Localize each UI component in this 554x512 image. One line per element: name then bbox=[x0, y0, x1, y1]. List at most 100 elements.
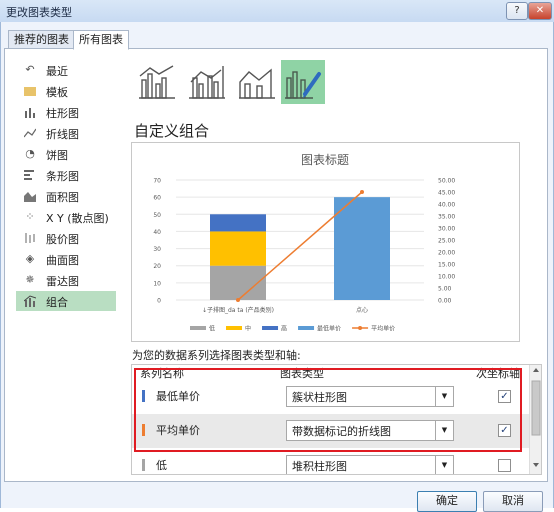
sidebar-item-radar[interactable]: ✵ 雷达图 bbox=[16, 270, 116, 290]
dropdown-value: 带数据标记的折线图 bbox=[292, 425, 391, 438]
sidebar-item-column[interactable]: 柱形图 bbox=[16, 102, 116, 122]
bar bbox=[210, 231, 266, 266]
chart-title: 图表标题 bbox=[301, 153, 349, 167]
y-tick-label: 50 bbox=[153, 212, 161, 219]
chevron-down-icon: ▼ bbox=[435, 421, 453, 440]
legend-label: 最低单价 bbox=[317, 325, 341, 333]
help-button[interactable]: ? bbox=[506, 2, 528, 20]
y2-tick-label: 50.00 bbox=[438, 178, 455, 185]
chart-type-dropdown[interactable]: 堆积柱形图 ▼ bbox=[286, 455, 454, 474]
chart-type-dropdown[interactable]: 带数据标记的折线图 ▼ bbox=[286, 420, 454, 441]
sidebar-item-surface[interactable]: ◈ 曲面图 bbox=[16, 249, 116, 269]
y-tick-label: 30 bbox=[153, 246, 161, 253]
close-button[interactable]: ✕ bbox=[528, 2, 552, 20]
series-row: 低 堆积柱形图 ▼ bbox=[132, 449, 529, 474]
chart-type-dropdown[interactable]: 簇状柱形图 ▼ bbox=[286, 386, 454, 407]
sidebar-item-label: 模板 bbox=[46, 86, 68, 99]
sidebar-item-label: X Y (散点图) bbox=[46, 212, 109, 225]
x-tick-label: ↓子排图_da ta (产品类别) bbox=[202, 306, 274, 314]
y2-tick-label: 15.00 bbox=[438, 262, 455, 269]
legend-label: 中 bbox=[245, 325, 251, 333]
y2-tick-label: 30.00 bbox=[438, 226, 455, 233]
sidebar-item-pie[interactable]: ◔ 饼图 bbox=[16, 144, 116, 164]
series-color-marker bbox=[142, 424, 145, 436]
y2-tick-label: 20.00 bbox=[438, 250, 455, 257]
sidebar-item-label: 条形图 bbox=[46, 170, 79, 183]
sidebar-item-area[interactable]: 面积图 bbox=[16, 186, 116, 206]
y2-tick-label: 10.00 bbox=[438, 274, 455, 281]
x-tick-label: 点心 bbox=[356, 306, 368, 314]
bar bbox=[210, 214, 266, 232]
dropdown-value: 堆积柱形图 bbox=[292, 460, 347, 473]
sidebar-item-combo[interactable]: 组合 bbox=[16, 291, 116, 311]
column-chart-icon bbox=[24, 106, 36, 118]
chevron-down-icon: ▼ bbox=[435, 456, 453, 474]
recent-icon: ↶ bbox=[25, 63, 35, 76]
sidebar-item-line[interactable]: 折线图 bbox=[16, 123, 116, 143]
y-tick-label: 60 bbox=[153, 195, 161, 202]
area-chart-icon bbox=[24, 190, 36, 202]
series-name: 低 bbox=[156, 459, 167, 472]
sidebar-item-stock[interactable]: 股价图 bbox=[16, 228, 116, 248]
chevron-down-icon: ▼ bbox=[435, 387, 453, 406]
series-row: 最低单价 簇状柱形图 ▼ ✓ bbox=[132, 380, 529, 414]
sidebar-item-label: 折线图 bbox=[46, 128, 79, 141]
y-tick-label: 0 bbox=[157, 298, 161, 305]
series-name: 最低单价 bbox=[156, 390, 200, 403]
y-tick-label: 20 bbox=[153, 263, 161, 270]
subtype-clustered-column-line-secondary[interactable] bbox=[185, 60, 229, 104]
series-color-marker bbox=[142, 390, 145, 402]
secondary-axis-checkbox[interactable] bbox=[498, 459, 511, 472]
folder-icon bbox=[24, 87, 36, 96]
series-name: 平均单价 bbox=[156, 424, 200, 437]
y-tick-label: 10 bbox=[153, 280, 161, 287]
sidebar-item-bar[interactable]: 条形图 bbox=[16, 165, 116, 185]
y2-tick-label: 5.00 bbox=[438, 286, 452, 293]
secondary-axis-checkbox[interactable]: ✓ bbox=[498, 390, 511, 403]
line-chart-icon bbox=[23, 127, 37, 139]
cancel-button[interactable]: 取消 bbox=[483, 491, 543, 512]
sidebar-item-label: 组合 bbox=[46, 296, 68, 309]
subtype-clustered-column-line[interactable] bbox=[135, 60, 179, 104]
window-title: 更改图表类型 bbox=[6, 6, 72, 19]
legend-swatch bbox=[190, 326, 206, 330]
sidebar-item-label: 饼图 bbox=[46, 149, 68, 162]
combo-chart: 图表标题 0 10 20 30 40 50 60 70 0.00 5.00 10.00 15.00 20.… bbox=[153, 153, 455, 333]
header-chart-type: 图表类型 bbox=[280, 367, 324, 380]
sidebar-item-label: 最近 bbox=[46, 65, 68, 78]
pie-chart-icon: ◔ bbox=[25, 147, 35, 160]
legend-marker bbox=[358, 326, 363, 330]
y-tick-label: 40 bbox=[153, 229, 161, 236]
header-secondary-axis: 次坐标轴 bbox=[476, 367, 520, 380]
tab-all-charts[interactable]: 所有图表 bbox=[73, 30, 129, 50]
series-prompt: 为您的数据系列选择图表类型和轴: bbox=[132, 349, 301, 362]
sidebar-item-label: 曲面图 bbox=[46, 254, 79, 267]
radar-chart-icon: ✵ bbox=[25, 273, 35, 286]
ok-button[interactable]: 确定 bbox=[417, 491, 477, 512]
combo-chart-icon bbox=[23, 295, 37, 307]
y2-tick-label: 45.00 bbox=[438, 190, 455, 197]
table-scrollbar[interactable] bbox=[529, 365, 541, 474]
scatter-chart-icon: ⁘ bbox=[25, 210, 35, 223]
tab-recommended[interactable]: 推荐的图表 bbox=[8, 30, 75, 50]
sidebar-item-label: 柱形图 bbox=[46, 107, 79, 120]
legend-swatch bbox=[262, 326, 279, 330]
y-tick-label: 70 bbox=[153, 178, 161, 185]
sidebar-item-scatter[interactable]: ⁘ X Y (散点图) bbox=[16, 207, 116, 227]
secondary-axis-checkbox[interactable]: ✓ bbox=[498, 424, 511, 437]
clustered-column-line-secondary-icon bbox=[189, 66, 225, 99]
subtype-custom-combination[interactable] bbox=[281, 60, 325, 104]
series-row: 平均单价 带数据标记的折线图 ▼ ✓ bbox=[132, 414, 529, 448]
y2-tick-label: 40.00 bbox=[438, 202, 455, 209]
stock-chart-icon bbox=[24, 232, 36, 244]
bar-chart-icon bbox=[24, 169, 36, 181]
subtype-stacked-area-column[interactable] bbox=[235, 60, 279, 104]
sidebar-item-recent[interactable]: ↶ 最近 bbox=[16, 60, 116, 80]
sidebar-item-label: 面积图 bbox=[46, 191, 79, 204]
scrollbar-graphics bbox=[531, 368, 541, 467]
sidebar-item-templates[interactable]: 模板 bbox=[16, 81, 116, 101]
header-series-name: 系列名称 bbox=[140, 367, 184, 380]
line-marker bbox=[236, 298, 240, 302]
y2-tick-label: 0.00 bbox=[438, 298, 452, 305]
section-title: 自定义组合 bbox=[134, 122, 210, 140]
